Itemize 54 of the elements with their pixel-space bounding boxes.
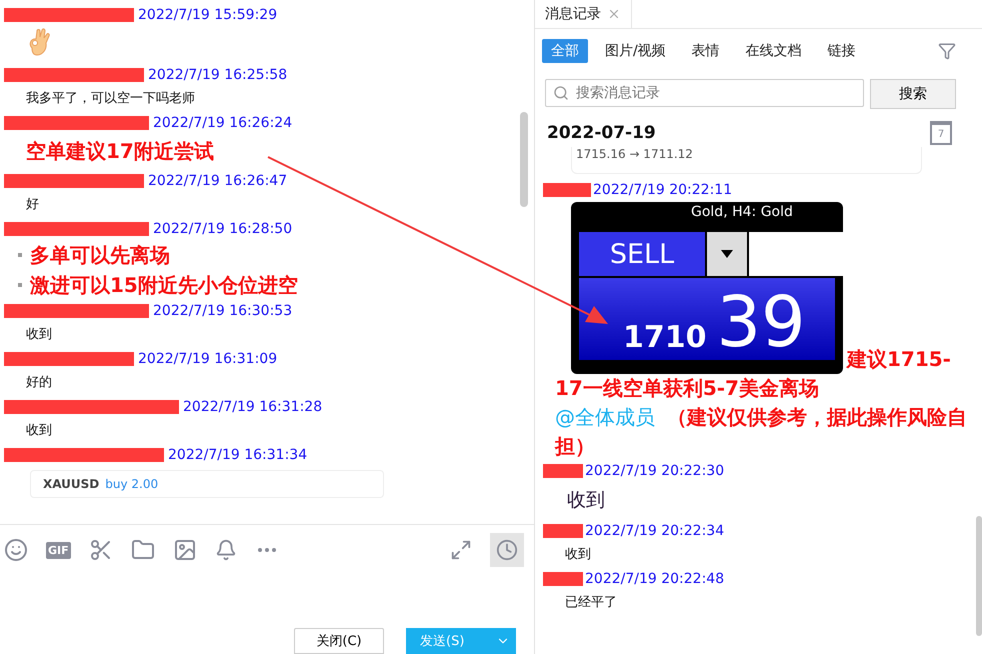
message-text: 已经平了: [565, 595, 617, 610]
message-text: 收到: [565, 547, 591, 562]
highlight-message: 空单建议17附近尝试: [26, 138, 214, 165]
filter-tab[interactable]: 在线文档: [736, 39, 811, 63]
highlight-message: 激进可以15附近先小仓位进空: [30, 272, 298, 299]
message-timestamp: 2022/7/19 16:25:58: [148, 67, 288, 83]
sell-label: SELL: [579, 232, 705, 276]
dropdown-caret-icon: [707, 232, 747, 276]
redaction-bar: [543, 524, 583, 538]
message-timestamp: 2022/7/19 16:30:53: [153, 303, 292, 319]
date-heading: 2022-07-19: [547, 123, 656, 143]
message-timestamp: 2022/7/19 20:22:48: [585, 571, 724, 587]
emoji-icon[interactable]: [4, 538, 28, 562]
order-text: buy 2.00: [105, 477, 158, 491]
expand-icon[interactable]: [450, 539, 472, 561]
message-text: 收到: [26, 422, 52, 439]
folder-icon[interactable]: [130, 538, 155, 562]
history-button[interactable]: [490, 533, 524, 567]
message-timestamp: 2022/7/19 16:26:47: [148, 173, 288, 189]
message-timestamp: 2022/7/19 20:22:30: [585, 463, 724, 479]
redaction-bar: [543, 183, 591, 197]
trade-card: 1715.16 → 1711.12: [571, 147, 922, 174]
filter-tab[interactable]: 图片/视频: [596, 39, 675, 63]
message-text: 我多平了，可以空一下吗老师: [26, 90, 195, 107]
image-icon[interactable]: [172, 538, 197, 562]
search-icon: [553, 85, 569, 101]
filter-tab[interactable]: 链接: [818, 39, 865, 63]
filter-icon[interactable]: [938, 42, 956, 60]
search-button[interactable]: 搜索: [870, 79, 956, 109]
message-timestamp: 2022/7/19 20:22:11: [593, 182, 732, 198]
message-timestamp: 2022/7/19 16:26:24: [153, 115, 292, 131]
chart-title: Gold, H4: Gold: [691, 204, 793, 220]
message-text: 好: [26, 196, 39, 213]
history-tab[interactable]: 消息记录: [535, 0, 632, 28]
message-timestamp: 2022/7/19 16:31:09: [138, 351, 278, 367]
redaction-bar: [543, 572, 583, 586]
message-timestamp: 2022/7/19 16:28:50: [153, 221, 292, 237]
close-button[interactable]: 关闭(C): [294, 628, 384, 654]
message-timestamp: 2022/7/19 20:22:34: [585, 523, 724, 539]
scissors-icon[interactable]: [88, 538, 113, 562]
symbol-text: XAUUSD: [43, 477, 100, 491]
redaction-bar: [543, 464, 583, 478]
message-text: 收到: [566, 488, 606, 513]
bell-icon[interactable]: [214, 539, 237, 561]
search-field[interactable]: 搜索消息记录: [545, 79, 864, 107]
close-icon[interactable]: [607, 7, 621, 21]
message-text: 收到: [26, 326, 52, 343]
filter-tab[interactable]: 表情: [682, 39, 729, 63]
message-timestamp: 2022/7/19 15:59:29: [138, 7, 278, 23]
message-text: 好的: [26, 374, 52, 391]
message-timestamp: 2022/7/19 16:31:28: [183, 399, 322, 415]
highlight-message: 多单可以先离场: [30, 242, 170, 269]
message-timestamp: 2022/7/19 16:31:34: [168, 447, 308, 463]
clock-icon[interactable]: [496, 539, 518, 561]
